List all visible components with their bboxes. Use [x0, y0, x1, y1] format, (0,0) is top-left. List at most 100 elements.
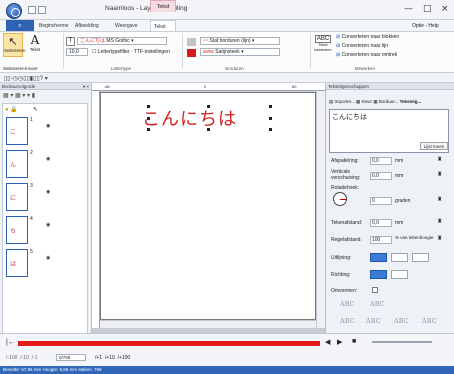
direction-label: Richting: [331, 272, 351, 278]
cursor-icon: ↖ [33, 107, 39, 113]
selection-handle[interactable] [207, 128, 210, 131]
eye-icon[interactable]: ◉ [46, 123, 50, 129]
show-list-button[interactable]: Lijst tonen [420, 142, 448, 150]
property-icon: ♜ [437, 172, 443, 178]
list-item-number: 5 [30, 249, 33, 255]
property-icon: ♜ [437, 197, 443, 203]
align-center-button[interactable] [391, 253, 408, 262]
spacing-input[interactable]: 0,0 [370, 157, 392, 165]
undo-icon[interactable] [38, 6, 46, 14]
spacing-unit: mm [395, 158, 404, 164]
speed-slider[interactable] [372, 341, 432, 343]
group-bewerken: Bewerken [354, 66, 375, 71]
status-bar: Breedte: 57,96 mm Hoogte: 9,86 mm steken… [0, 366, 454, 374]
convert-line-button[interactable]: ⊞ Converteren naar lijn [336, 43, 388, 49]
char-spacing-input[interactable]: 0,0 [370, 219, 392, 227]
eye-icon[interactable]: ◉ [46, 156, 50, 162]
close-button[interactable]: × [441, 4, 449, 14]
size-select[interactable]: 10,0 [66, 48, 88, 56]
rotation-dial[interactable] [333, 192, 347, 206]
rotation-input[interactable]: 0 [370, 197, 392, 205]
minimize-button[interactable]: — [404, 4, 413, 14]
align-right-button[interactable] [412, 253, 429, 262]
list-item[interactable]: ち [6, 216, 28, 244]
selection-handle[interactable] [147, 105, 150, 108]
text-style-option[interactable]: ABC [340, 300, 355, 308]
stitch-counter[interactable]: 0/769 [56, 354, 86, 361]
title-bar [0, 0, 454, 20]
direction-horizontal-button[interactable] [370, 270, 387, 279]
selection-handle[interactable] [147, 117, 150, 120]
selection-handle[interactable] [207, 105, 210, 108]
vertical-shift-unit: mm [395, 173, 404, 179]
stitch-type-select-2[interactable]: ᴡᴡᴡ Satijnsteek ▾ [200, 48, 280, 56]
text-style-option[interactable]: ABC [370, 300, 385, 308]
eye-icon[interactable]: ◉ [46, 222, 50, 228]
embroidery-text-object[interactable]: こんにちは [142, 105, 237, 131]
list-item[interactable]: に [6, 183, 28, 211]
vertical-shift-input[interactable]: 0,0 [370, 172, 392, 180]
font-select[interactable]: こんにちは MS Gothic ▾ [77, 37, 167, 45]
stitch-type-select-1[interactable]: 〰 Staf borduren (lijn) ▾ [200, 37, 280, 45]
selection-handle[interactable] [269, 117, 272, 120]
color-swatch-red[interactable] [187, 49, 196, 57]
arrow-icon: ↖ [8, 36, 18, 48]
canvas-vertical-scrollbar[interactable] [316, 91, 325, 328]
tab-begincherme[interactable]: Begincherme [36, 20, 71, 31]
convert-blocks-button[interactable]: ⊞ Converteren naar blokken [336, 34, 399, 40]
selection-handle[interactable] [147, 128, 150, 131]
group-borduren: Borduren [225, 66, 244, 71]
text-style-option[interactable]: ABC [422, 317, 437, 325]
separator [310, 33, 311, 69]
list-item[interactable]: ん [6, 150, 28, 178]
panel-header: Borduurvolgorde ▾ × [0, 83, 91, 90]
list-item[interactable]: こ [6, 117, 28, 145]
properties-tabs[interactable]: ▤ Importer... ▦ Kleur ▦ Borduur... Tekst… [329, 99, 421, 105]
tab-afbeelding[interactable]: Afbeelding [72, 20, 102, 31]
step-back-button[interactable]: ◀ [325, 338, 330, 346]
rewind-button[interactable]: |← [6, 339, 15, 346]
file-tab[interactable]: ≡ [6, 20, 34, 31]
text-style-option[interactable]: ABC [366, 317, 381, 325]
tab-tekst[interactable]: Tekst [150, 20, 176, 31]
options-help[interactable]: Optie - Help [412, 23, 439, 29]
separator [63, 33, 64, 69]
app-menu-button[interactable] [6, 3, 22, 19]
selection-handle[interactable] [269, 128, 272, 131]
direction-vertical-button[interactable] [391, 270, 408, 279]
list-item[interactable]: は [6, 249, 28, 277]
select-group-label: Selecteren [3, 66, 25, 71]
canvas-horizontal-scrollbar[interactable] [100, 320, 316, 328]
char-spacing-label: Tekenafstand: [331, 220, 363, 226]
eye-icon[interactable]: ◉ [46, 255, 50, 261]
tab-weergave[interactable]: Weergave [112, 20, 141, 31]
select-button[interactable]: ↖ Selecteren [3, 33, 26, 57]
transform-label: Omvormen: [331, 288, 358, 294]
color-swatch-gray[interactable] [187, 38, 196, 46]
align-left-button[interactable] [370, 253, 387, 262]
stop-button[interactable]: ■ [352, 338, 356, 345]
step-buttons[interactable]: /+1 /+10 /+100 [95, 355, 130, 361]
panel-header: Tekstelgenschappen [326, 83, 454, 90]
quick-toolbar [0, 73, 454, 83]
convert-outline-button[interactable]: ⊞ Converteren naar omtrek [336, 52, 397, 58]
lock-icon[interactable]: ● 🔒 [5, 106, 18, 113]
maximize-button[interactable]: □ [423, 4, 432, 14]
transform-checkbox[interactable] [372, 287, 378, 293]
letter-filter-button[interactable]: ☐ Lettertypefilter · TTF-instellingen [92, 49, 170, 55]
play-button[interactable]: ▶ [337, 338, 342, 346]
vertical-ruler [92, 91, 100, 328]
order-toolbar-icons[interactable]: ▦ ▾ ▦ ▾ ▾ ▮ [3, 92, 35, 99]
edit-text-button[interactable]: ABC Tekst bewerken [313, 33, 333, 57]
text-style-option[interactable]: ABC [340, 317, 355, 325]
selection-handle[interactable] [269, 105, 272, 108]
stitch-progress-bar[interactable] [18, 341, 320, 346]
eye-icon[interactable]: ◉ [46, 189, 50, 195]
step-buttons[interactable]: /-100 /-10 /-1 [6, 355, 37, 361]
list-item-number: 2 [30, 150, 33, 156]
line-spacing-input[interactable]: 100 [370, 236, 392, 244]
text-style-option[interactable]: ABC [394, 317, 409, 325]
save-icon[interactable] [28, 6, 36, 14]
quick-tools-icons[interactable]: ▯▯▫◷◷▯▯▮▯▯? ▾ [4, 75, 48, 82]
text-tool-button[interactable]: A Tekst [25, 33, 45, 57]
